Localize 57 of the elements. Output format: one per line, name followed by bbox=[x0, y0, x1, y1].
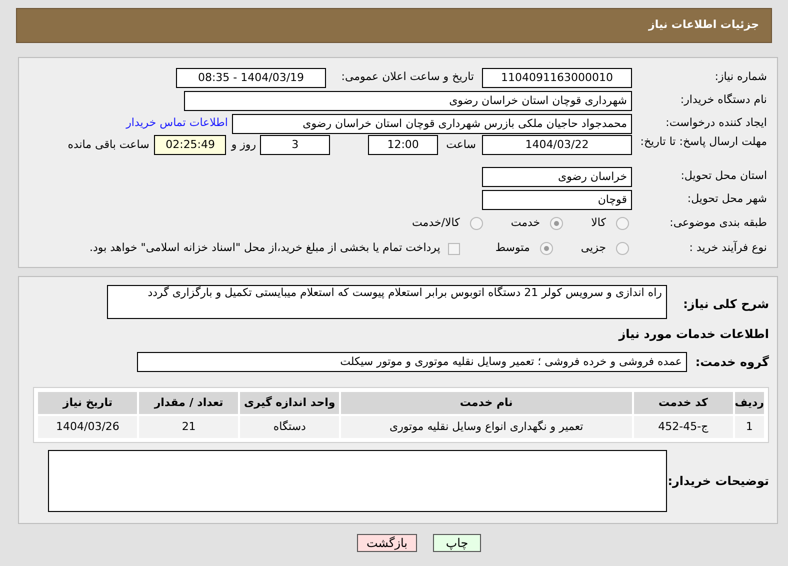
print-button[interactable]: چاپ bbox=[433, 534, 481, 552]
table-cell: 1 bbox=[734, 416, 764, 438]
table-cell: دستگاه bbox=[240, 416, 340, 438]
column-header: واحد اندازه گیری bbox=[240, 392, 340, 414]
field-label: طبقه بندی موضوعی: bbox=[668, 215, 768, 232]
field-label: توضیحات خریدار: bbox=[667, 473, 770, 490]
field-label: ایجاد کننده درخواست: bbox=[664, 115, 768, 132]
text-field[interactable]: 1104091163000010 bbox=[482, 68, 632, 88]
table-cell: ج-45-452 bbox=[634, 416, 733, 438]
text-field[interactable]: 3 bbox=[260, 135, 330, 155]
text-field[interactable]: شهرداری قوچان استان خراسان رضوی bbox=[184, 90, 632, 110]
field-label: گروه خدمت: bbox=[694, 354, 770, 371]
field-label: شهر محل تحویل: bbox=[686, 191, 768, 208]
radio-label: کالا bbox=[591, 215, 606, 232]
radio-button[interactable] bbox=[550, 217, 564, 230]
table-cell: 21 bbox=[139, 416, 238, 438]
back-button[interactable]: بازگشت bbox=[357, 534, 417, 552]
table-cell: تعمیر و نگهداری انواع وسایل نقلیه موتوری bbox=[341, 416, 632, 438]
payment-note: پرداخت تمام یا بخشی از مبلغ خرید،از محل "اسناد خزانه اسلامی" خواهد بود. bbox=[90, 240, 440, 256]
field-label: شرح کلی نیاز: bbox=[682, 296, 770, 313]
radio-button[interactable] bbox=[616, 242, 629, 255]
radio-label: متوسط bbox=[495, 240, 530, 256]
text-field[interactable]: خراسان رضوی bbox=[482, 166, 632, 186]
column-header: ردیف bbox=[734, 392, 764, 414]
text-field[interactable]: 12:00 bbox=[368, 135, 438, 155]
text-field[interactable]: 1404/03/19 - 08:35 bbox=[176, 68, 326, 88]
field-label: مهلت ارسال پاسخ: تا تاریخ: bbox=[639, 135, 768, 149]
radio-button[interactable] bbox=[616, 217, 629, 230]
text-field[interactable]: قوچان bbox=[482, 190, 632, 210]
field-label: استان محل تحویل: bbox=[680, 168, 768, 184]
radio-button[interactable] bbox=[470, 217, 483, 230]
text-field[interactable]: عمده فروشی و خرده فروشی ؛ تعمیر وسایل نقلیه موتوری و موتور سیکلت bbox=[137, 352, 687, 372]
column-header: کد خدمت bbox=[634, 392, 733, 414]
checkbox[interactable] bbox=[448, 242, 460, 254]
days-label: روز و bbox=[231, 137, 256, 153]
radio-label: جزیی bbox=[580, 240, 606, 256]
contact-link[interactable]: اطلاعات تماس خریدار bbox=[126, 115, 228, 132]
text-field[interactable]: 1404/03/22 bbox=[482, 135, 632, 155]
description-box[interactable]: راه اندازی و سرویس کولر 21 دستگاه اتوبوس برابر استعلام پیوست که استعلام میبایستی تکمیل و بارگزاری گردد bbox=[107, 285, 667, 319]
section-heading: اطلاعات خدمات مورد نیاز bbox=[618, 326, 770, 343]
radio-label: کالا/خدمت bbox=[412, 215, 460, 232]
field-label: تاریخ و ساعت اعلان عمومی: bbox=[340, 69, 474, 86]
column-header: نام خدمت bbox=[341, 392, 632, 414]
radio-label: خدمت bbox=[510, 215, 540, 232]
field-label: شماره نیاز: bbox=[714, 69, 768, 86]
text-field[interactable]: 02:25:49 bbox=[154, 135, 226, 155]
time-label: ساعت bbox=[446, 137, 476, 153]
radio-button[interactable] bbox=[540, 242, 553, 255]
notes-box[interactable] bbox=[48, 450, 667, 512]
field-label: نام دستگاه خریدار: bbox=[679, 92, 768, 108]
field-label: نوع فرآیند خرید : bbox=[688, 240, 768, 256]
table-cell: 1404/03/26 bbox=[38, 416, 138, 438]
column-header: تعداد / مقدار bbox=[139, 392, 238, 414]
column-header: تاریخ نیاز bbox=[38, 392, 138, 414]
remaining-label: ساعت باقی مانده bbox=[68, 137, 150, 153]
text-field[interactable]: محمدجواد حاجیان ملکی بازرس شهرداری قوچان استان خراسان رضوی bbox=[232, 114, 632, 134]
page-title: جزئیات اطلاعات نیاز bbox=[648, 17, 759, 34]
